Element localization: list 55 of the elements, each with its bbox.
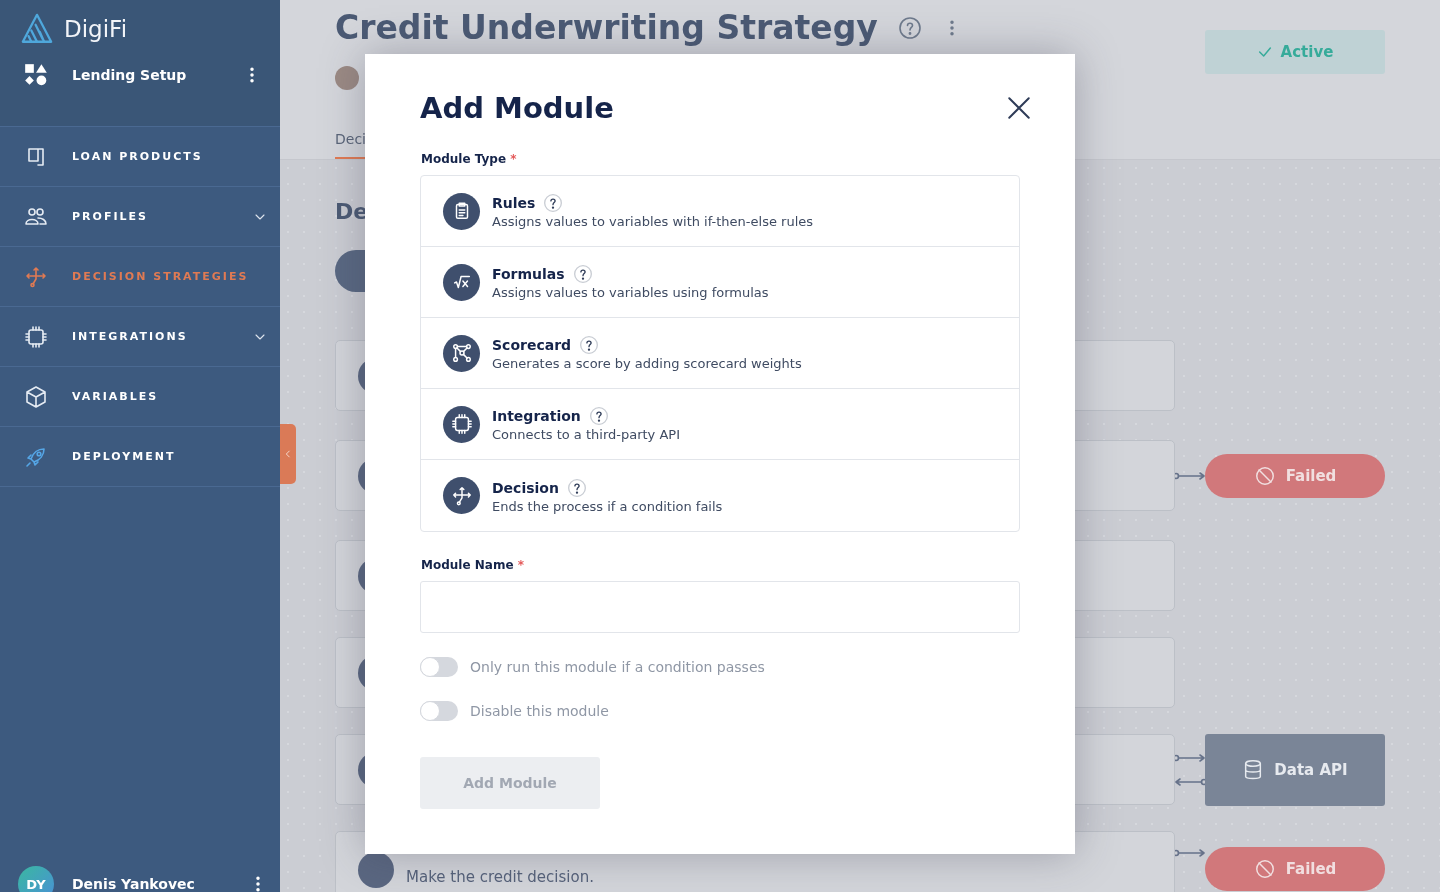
prohibited-icon [1253, 858, 1276, 880]
option-title: Formulas [492, 266, 565, 282]
toggle-label: Disable this module [470, 703, 609, 719]
option-title: Integration [492, 408, 581, 424]
field-label: Module Name * [420, 558, 525, 572]
module-type-option[interactable]: Formulas Assigns values to variables using formulas [421, 247, 1019, 318]
option-description: Ends the process if a condition fails [492, 498, 723, 514]
module-icon [358, 852, 394, 888]
help-icon[interactable] [566, 477, 587, 498]
page-title: Credit Underwriting Strategy [335, 8, 878, 48]
help-icon[interactable] [543, 193, 564, 213]
workspace-name[interactable]: Lending Setup [72, 67, 242, 83]
user-avatar [335, 66, 359, 90]
option-title: Rules [492, 195, 536, 211]
option-description: Connects to a third-party API [492, 427, 680, 442]
help-icon [897, 16, 922, 40]
toggle-switch[interactable] [420, 701, 458, 721]
module-description: Make the credit decision. [406, 868, 594, 886]
right-connector-arrow [1173, 751, 1207, 764]
connector-arrow [1173, 847, 1207, 859]
cube-icon [24, 384, 48, 409]
square-root-icon [443, 263, 480, 301]
chip-icon [443, 405, 480, 443]
toggle-label: Only run this module if a condition passes [470, 659, 765, 675]
help-icon[interactable] [579, 335, 600, 355]
option-description: Assigns values to variables with if-then-else rules [492, 214, 814, 229]
network-icon [443, 334, 480, 372]
option-title: Decision [492, 479, 559, 496]
option-title: Scorecard [492, 337, 572, 353]
toggle-switch[interactable] [420, 657, 458, 677]
prohibited-icon [1253, 464, 1276, 487]
help-icon[interactable] [588, 406, 609, 426]
branch-arrows-icon [24, 264, 48, 289]
check-icon [1256, 44, 1273, 60]
chip-icon [24, 324, 48, 349]
option-description: Generates a score by adding scorecard weights [492, 356, 802, 371]
chevron-left-icon [283, 448, 293, 460]
user-name: Denis Yankovec [72, 876, 196, 892]
shapes-icon [23, 62, 49, 88]
help-icon[interactable] [572, 264, 593, 284]
branch-arrows-icon [443, 477, 480, 514]
module-type-option[interactable]: Integration Connects to a third-party API [421, 389, 1019, 460]
section-heading: De [335, 198, 369, 226]
module-name-field[interactable] [420, 581, 1020, 633]
connector-arrow [1173, 469, 1207, 482]
user-avatar: DY [18, 866, 54, 892]
module-type-option[interactable]: Rules Assigns values to variables with if-then-else rules [421, 176, 1019, 247]
clipboard-icon [443, 192, 480, 230]
option-description: Assigns values to variables using formulas [492, 285, 769, 300]
module-type-option[interactable]: Decision Ends the process if a condition fails [421, 460, 1019, 531]
close-icon[interactable] [1006, 95, 1032, 121]
logo-text: DigiFi [64, 16, 128, 42]
dialog-title: Add Module [420, 91, 614, 125]
module-type-option[interactable]: Scorecard Generates a score by adding scorecard weights [421, 318, 1019, 389]
field-label: Module Type * [420, 152, 518, 166]
